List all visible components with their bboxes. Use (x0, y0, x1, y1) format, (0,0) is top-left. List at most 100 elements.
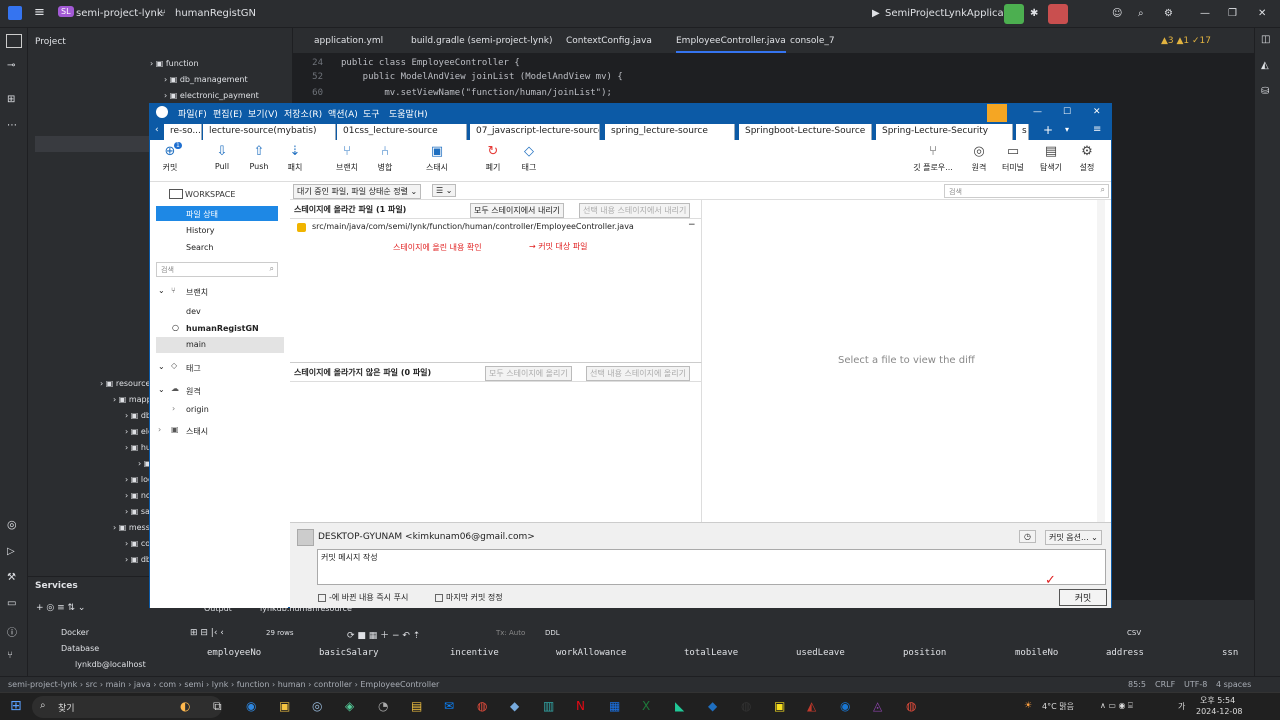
repo-tab[interactable]: 01css_lecture-source (337, 124, 467, 140)
commit-author[interactable]: DESKTOP-GYUNAM <kimkunam06@gmail.com> (318, 532, 535, 542)
taskbar-app-icon[interactable]: ◉ (246, 699, 256, 713)
commit-button[interactable]: 커밋 (1059, 589, 1107, 606)
rows-select[interactable]: 29 rows (266, 629, 294, 637)
search-icon[interactable]: ⌕ (1138, 8, 1144, 19)
database-icon[interactable]: ⛁ (1261, 86, 1269, 97)
taskbar-app-icon[interactable]: ▣ (279, 699, 290, 713)
export-format[interactable]: CSV (1127, 629, 1141, 637)
toolbar-button[interactable]: ⇩ Pull (210, 144, 234, 171)
toolbar-button[interactable]: ⊕ 커밋 1 (158, 142, 182, 173)
editor-tab[interactable]: ContextConfig.java (566, 36, 652, 46)
column-header[interactable]: mobileNo (1015, 648, 1058, 658)
refresh-icon[interactable]: ⟳ ■ ▦ ＋ − ↶ ⇡ (347, 628, 420, 641)
chevron-down-icon[interactable]: ⌄ (158, 385, 165, 394)
taskbar-app-icon[interactable]: ◬ (873, 699, 882, 713)
column-header[interactable]: position (903, 648, 946, 658)
clock-date[interactable]: 2024-12-08 (1196, 707, 1243, 716)
run-config-select[interactable]: SemiProjectLynkApplication (885, 8, 1023, 19)
table-view-icon[interactable]: ⊞ ⊟ |‹ ‹ (190, 628, 224, 638)
taskbar-app-icon[interactable]: ◉ (840, 699, 850, 713)
taskbar-app-icon[interactable]: ✉ (444, 699, 454, 713)
repo-tab[interactable]: 07_javascript-lecture-source (470, 124, 600, 140)
tab-dropdown-icon[interactable]: ▾ (1065, 125, 1069, 134)
menu-item[interactable]: 도움말(H) (389, 107, 428, 120)
stash-heading[interactable]: 스태시 (186, 426, 208, 437)
breadcrumb-item[interactable]: src (86, 680, 98, 689)
commit-tool-icon[interactable]: ⊸ (7, 60, 15, 71)
breadcrumb-item[interactable]: main (106, 680, 126, 689)
terminal-tool-icon[interactable]: ▭ (7, 598, 16, 609)
toolbar-button[interactable]: ⑃ 병합 (373, 144, 397, 173)
breadcrumb-item[interactable]: semi (184, 680, 203, 689)
stage-selected-button[interactable]: 선택 내용 스테이지에 올리기 (586, 366, 690, 381)
taskbar-app-icon[interactable]: ◎ (312, 699, 322, 713)
chevron-down-icon[interactable]: ⌄ (158, 286, 165, 295)
tags-heading[interactable]: 태그 (186, 363, 201, 374)
amend-checkbox[interactable]: 마지막 커밋 정정 (435, 592, 503, 603)
toolbar-button[interactable]: ⑂ 브랜치 (335, 144, 359, 173)
repo-tab[interactable]: re-so... (164, 124, 202, 140)
column-header[interactable]: employeeNo (207, 648, 261, 658)
toolbar-button[interactable]: ◇ 태그 (517, 144, 541, 173)
taskbar-app-icon[interactable]: ▤ (411, 699, 422, 713)
repo-tab[interactable]: spring_lecture-source (605, 124, 735, 140)
file-search-input[interactable]: 검색 ⌕ (944, 184, 1109, 198)
taskbar-app-icon[interactable]: ⧉ (213, 699, 222, 714)
breadcrumb-item[interactable]: EmployeeController (360, 680, 439, 689)
taskbar-app-icon[interactable]: ◈ (345, 699, 354, 713)
toolbar-button[interactable]: ▭ 터미널 (999, 144, 1027, 173)
repo-tab[interactable]: Springboot-Lecture-Source (739, 124, 872, 140)
remote-item[interactable]: origin (186, 405, 209, 414)
unstage-selected-button[interactable]: 선택 내용 스테이지에서 내리기 (579, 203, 691, 218)
maximize-icon[interactable]: ☐ (1063, 107, 1071, 117)
breadcrumb-item[interactable]: semi-project-lynk (8, 680, 77, 689)
branch-item-current[interactable]: humanRegistGN (186, 324, 259, 333)
column-header[interactable]: incentive (450, 648, 499, 658)
column-header[interactable]: basicSalary (319, 648, 379, 658)
push-immediately-checkbox[interactable]: -에 바뀐 내용 즉시 푸시 (318, 592, 408, 603)
toolbar-button[interactable]: ▣ 스태시 (425, 144, 449, 173)
toolbar-button[interactable]: ⇣ 패치 (283, 144, 307, 173)
service-item-database[interactable]: Database (61, 644, 99, 653)
scrollbar[interactable] (1097, 200, 1105, 522)
editor-tab[interactable]: build.gradle (semi-project-lynk) (411, 36, 553, 46)
hamburger-menu-icon[interactable]: ≡ (1093, 124, 1101, 135)
taskbar-search[interactable]: ⌕ 찾기 (32, 696, 222, 718)
commit-options-select[interactable]: 커밋 옵션... ⌄ (1045, 530, 1102, 545)
services-tool-icon[interactable]: ◎ (7, 518, 17, 531)
taskbar-app-icon[interactable]: ◐ (180, 699, 190, 713)
staged-file-path[interactable]: src/main/java/com/semi/lynk/function/hum… (312, 222, 634, 231)
repo-tab[interactable]: s (1016, 124, 1029, 140)
menu-item[interactable]: 액션(A) (328, 107, 358, 120)
breadcrumb-item[interactable]: human (278, 680, 306, 689)
breadcrumb-item[interactable]: function (237, 680, 270, 689)
taskbar-app-icon[interactable]: ◭ (807, 699, 816, 713)
rerun-icon[interactable] (1004, 4, 1024, 24)
column-header[interactable]: address (1106, 648, 1144, 658)
flag-icon[interactable] (987, 104, 1007, 122)
sort-select[interactable]: 대기 중인 파일, 파일 상태순 정렬 ⌄ (293, 184, 422, 199)
taskbar-app-icon[interactable]: ◆ (708, 699, 717, 713)
breadcrumb-item[interactable]: lynk (212, 680, 229, 689)
repo-tab[interactable]: lecture-source(mybatis) (203, 124, 336, 140)
profile-icon[interactable]: ☺ (1112, 8, 1122, 19)
column-header[interactable]: usedLeave (796, 648, 845, 658)
structure-tool-icon[interactable]: ⊞ (7, 94, 15, 105)
hamburger-menu-icon[interactable]: ≡ (34, 5, 45, 20)
taskbar-app-icon[interactable]: ◍ (741, 699, 751, 713)
service-item-connection[interactable]: lynkdb@localhost (75, 660, 146, 669)
toolbar-button[interactable]: ⑂ 깃 플로우... (910, 144, 956, 173)
sidebar-search-input[interactable]: 검색 ⌕ (156, 262, 278, 277)
caret-position[interactable]: 85:5 (1128, 680, 1146, 689)
menu-item[interactable]: 파일(F) (178, 107, 207, 120)
ddl-button[interactable]: DDL (545, 629, 560, 637)
ime-indicator[interactable]: 가 (1178, 701, 1185, 712)
encoding[interactable]: UTF-8 (1184, 680, 1207, 689)
service-item-docker[interactable]: Docker (61, 628, 89, 637)
repo-tab[interactable]: Spring-Lecture-Security (876, 124, 1013, 140)
toolbar-button[interactable]: ↻ 폐기 (481, 144, 505, 173)
maximize-icon[interactable]: ❐ (1228, 8, 1237, 19)
clock-time[interactable]: 오후 5:54 (1200, 695, 1235, 706)
tree-node[interactable]: › ▣ electronic_payment (164, 91, 259, 100)
taskbar-app-icon[interactable]: ◣ (675, 699, 684, 713)
